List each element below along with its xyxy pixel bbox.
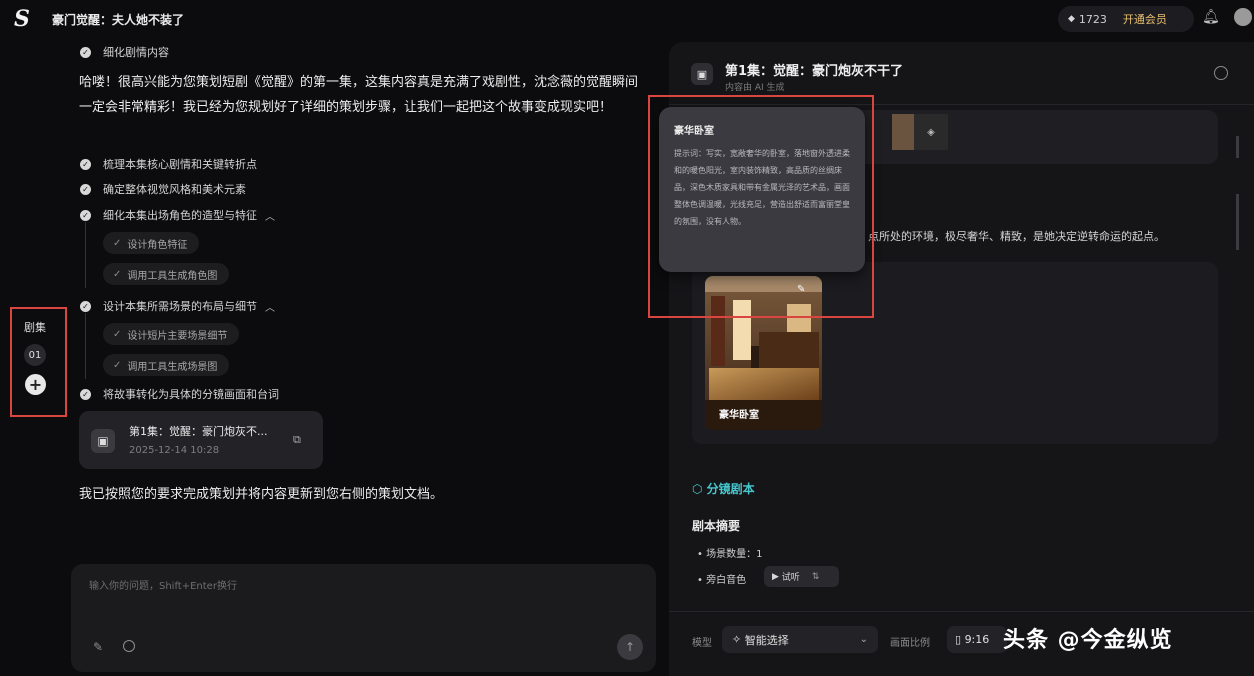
check-icon: ✓ bbox=[113, 268, 122, 280]
step-item: ✓ 将故事转化为具体的分镜画面和台词 bbox=[80, 386, 279, 402]
voice-tryout-button[interactable]: ▶ 试听 ⇅ bbox=[764, 566, 839, 587]
document-icon: ▣ bbox=[691, 63, 713, 85]
tool-icon[interactable] bbox=[123, 640, 135, 652]
switch-icon[interactable]: ⇅ bbox=[812, 572, 820, 582]
substep-chip: ✓ 调用工具生成角色图 bbox=[103, 263, 230, 285]
step-label: 梳理本集核心剧情和关键转折点 bbox=[103, 158, 257, 171]
ratio-value: 9:16 bbox=[964, 633, 990, 646]
top-bar: S 豪门觉醒：夫人她不装了 ◆ 1723 开通会员 🔔︎ bbox=[0, 0, 1254, 38]
check-circle-icon: ✓ bbox=[80, 46, 91, 58]
storyboard-header[interactable]: ⬡ 分镜剧本 bbox=[692, 480, 755, 497]
chat-input[interactable]: 输入你的问题，Shift+Enter换行 ✎ ↑ bbox=[71, 564, 656, 672]
vip-button[interactable]: 开通会员 bbox=[1123, 11, 1167, 27]
assistant-done-message: 我已按照您的要求完成策划并将内容更新到您右侧的策划文档。 bbox=[79, 487, 444, 502]
chevron-up-icon[interactable]: ︿ bbox=[265, 208, 275, 223]
credits-pill[interactable]: ◆ 1723 开通会员 bbox=[1058, 6, 1194, 32]
chevron-up-icon[interactable]: ︿ bbox=[265, 299, 275, 314]
step-item-expandable[interactable]: ✓ 细化本集出场角色的造型与特征 ︿ bbox=[80, 207, 275, 223]
document-card[interactable]: ▣ 第1集：觉醒：豪门炮灰不... 2025-12-14 10:28 ⧉ bbox=[79, 411, 323, 469]
substep-label: 调用工具生成角色图 bbox=[127, 270, 218, 282]
check-circle-icon: ✓ bbox=[80, 158, 91, 170]
project-title: 豪门觉醒：夫人她不装了 bbox=[52, 13, 185, 27]
step-label: 确定整体视觉风格和美术元素 bbox=[103, 183, 246, 196]
substep-label: 设计角色特征 bbox=[127, 239, 188, 251]
check-icon: ✓ bbox=[113, 328, 122, 340]
storyboard-icon: ⬡ bbox=[692, 482, 703, 496]
substep-connector bbox=[85, 222, 86, 288]
assistant-intro: 哈喽！很高兴能为您策划短剧《觉醒》的第一集，这集内容真是充满了戏剧性，沈念薇的觉… bbox=[79, 75, 639, 115]
watermark: 头条 @今金纵览 bbox=[1003, 628, 1173, 653]
ratio-select[interactable]: ▯ 9:16 bbox=[947, 626, 1007, 653]
chat-input-placeholder: 输入你的问题，Shift+Enter换行 bbox=[89, 581, 237, 592]
app-logo[interactable]: S bbox=[14, 6, 30, 32]
step-item: ✓ 梳理本集核心剧情和关键转折点 bbox=[80, 156, 257, 172]
summary-title: 剧本摘要 bbox=[692, 519, 741, 533]
episodes-title: 剧集 bbox=[24, 321, 46, 334]
check-icon: ✓ bbox=[113, 359, 122, 371]
model-label: 模型 bbox=[692, 638, 712, 649]
character-thumbnail[interactable] bbox=[892, 114, 914, 150]
ratio-label: 画面比例 bbox=[890, 638, 930, 649]
scene-caption: 豪华卧室 bbox=[719, 410, 759, 421]
substep-chip: ✓ 设计角色特征 bbox=[103, 232, 200, 254]
substep-chip: ✓ 设计短片主要场景细节 bbox=[103, 323, 240, 345]
summary-item-text: 旁白音色 bbox=[706, 575, 747, 586]
summary-item-text: 场景数量：1 bbox=[706, 549, 763, 560]
scene-description: 点所处的环境，极尽奢华、精致，是她决定逆转命运的起点。 bbox=[868, 230, 1165, 243]
highlight-box-tooltip bbox=[648, 95, 874, 318]
step-label: 设计本集所需场景的布局与细节 bbox=[103, 300, 257, 313]
history-icon[interactable] bbox=[1214, 66, 1228, 80]
summary-item: • 场景数量：1 bbox=[697, 549, 763, 560]
check-circle-icon: ✓ bbox=[80, 209, 91, 221]
step-label: 将故事转化为具体的分镜画面和台词 bbox=[103, 388, 279, 401]
model-select[interactable]: ✧ 智能选择 ⌄ bbox=[722, 626, 878, 653]
substep-chip: ✓ 调用工具生成场景图 bbox=[103, 354, 230, 376]
send-button[interactable]: ↑ bbox=[617, 634, 643, 660]
sparkle-icon: ✧ bbox=[732, 633, 742, 646]
diamond-icon: ◆ bbox=[1068, 14, 1075, 24]
credits-count: 1723 bbox=[1078, 12, 1107, 26]
panel-title: 第1集：觉醒：豪门炮灰不干了 bbox=[725, 64, 904, 79]
scrollbar[interactable] bbox=[1236, 194, 1239, 250]
step-label: 细化本集出场角色的造型与特征 bbox=[103, 209, 257, 222]
substep-connector bbox=[85, 313, 86, 379]
document-icon: ▣ bbox=[91, 429, 115, 453]
check-icon: ✓ bbox=[113, 237, 122, 249]
play-icon: ▶ bbox=[772, 571, 779, 582]
chevron-down-icon: ⌄ bbox=[859, 634, 868, 645]
attachment-icon[interactable]: ✎ bbox=[93, 640, 103, 654]
substep-label: 设计短片主要场景细节 bbox=[127, 330, 228, 342]
episode-01-button[interactable]: 01 bbox=[24, 344, 46, 366]
check-circle-icon: ✓ bbox=[80, 388, 91, 400]
check-circle-icon: ✓ bbox=[80, 183, 91, 195]
panel-subtitle: 内容由 AI 生成 bbox=[725, 83, 785, 93]
bell-icon[interactable]: 🔔︎ bbox=[1202, 9, 1220, 27]
character-thumbnail[interactable]: ◈ bbox=[914, 114, 948, 150]
divider bbox=[669, 611, 1254, 612]
step-item: ✓ 确定整体视觉风格和美术元素 bbox=[80, 181, 246, 197]
tryout-label: 试听 bbox=[781, 573, 800, 583]
avatar[interactable] bbox=[1234, 8, 1252, 26]
step-refine-plot: ✓ 细化剧情内容 bbox=[80, 44, 169, 60]
model-value: 智能选择 bbox=[744, 633, 789, 647]
storyboard-label: 分镜剧本 bbox=[706, 482, 755, 496]
check-circle-icon: ✓ bbox=[80, 300, 91, 312]
phone-icon: ▯ bbox=[955, 633, 962, 646]
step-item-expandable[interactable]: ✓ 设计本集所需场景的布局与细节 ︿ bbox=[80, 298, 275, 314]
document-title: 第1集：觉醒：豪门炮灰不... bbox=[129, 425, 268, 438]
step-label: 细化剧情内容 bbox=[103, 46, 169, 59]
scrollbar[interactable] bbox=[1236, 136, 1239, 158]
document-date: 2025-12-14 10:28 bbox=[129, 445, 220, 456]
substep-label: 调用工具生成场景图 bbox=[127, 361, 218, 373]
summary-item: • 旁白音色 bbox=[697, 575, 747, 586]
add-episode-button[interactable]: + bbox=[25, 374, 46, 395]
copy-icon[interactable]: ⧉ bbox=[293, 433, 301, 447]
